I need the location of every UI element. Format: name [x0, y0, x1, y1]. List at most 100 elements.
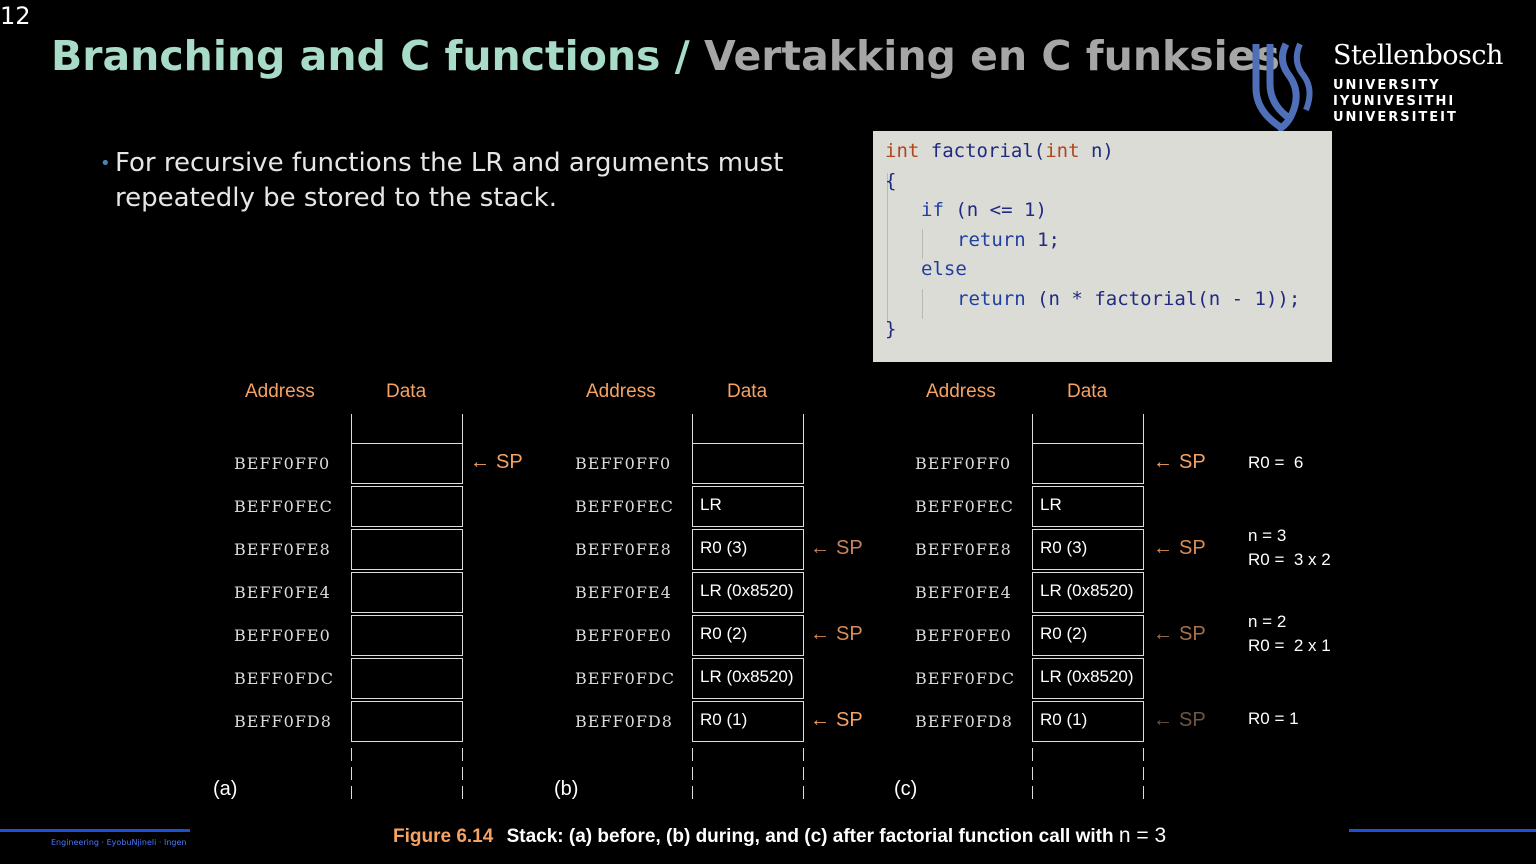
code-line: if (n <= 1) [921, 199, 1047, 221]
stack-cell: R0 (3) [692, 529, 804, 570]
stack-wall [1032, 414, 1033, 443]
stack-pointer-label: SP [1179, 537, 1206, 559]
stack-cell [351, 529, 463, 570]
stack-address: BEFF0FEC [915, 497, 1014, 516]
left-arrow-icon: ← [470, 451, 490, 473]
stack-wall [462, 414, 463, 443]
data-column-header: Data [1067, 381, 1108, 402]
stack-address: BEFF0FEC [575, 497, 674, 516]
left-arrow-icon: ← [1153, 623, 1173, 645]
code-line: int factorial(int n) [885, 140, 1114, 162]
stack-address: BEFF0FE4 [234, 583, 331, 602]
stack-address: BEFF0FEC [234, 497, 333, 516]
stack-cell: LR (0x8520) [1032, 658, 1144, 699]
figure-caption: Figure 6.14 Stack: (a) before, (b) durin… [393, 824, 1166, 848]
stack-continuation [1143, 767, 1144, 780]
stack-address: BEFF0FE8 [234, 540, 331, 559]
stack-continuation [351, 786, 352, 799]
stack-continuation [1143, 748, 1144, 761]
code-block: int factorial(int n) { if (n <= 1) retur… [873, 131, 1332, 362]
left-arrow-icon: ← [810, 709, 830, 731]
stack-continuation [1032, 748, 1033, 761]
stack-continuation [692, 748, 693, 761]
stack-cell: R0 (2) [1032, 615, 1144, 656]
stack-pointer-label: SP [836, 623, 863, 645]
stack-address: BEFF0FF0 [575, 454, 672, 473]
stack-continuation [351, 748, 352, 761]
indent-guide [922, 289, 923, 319]
left-arrow-icon: ← [810, 537, 830, 559]
logo-line-2: IYUNIVESITHI [1333, 94, 1456, 109]
left-arrow-icon: ← [1153, 709, 1173, 731]
stack-continuation [803, 786, 804, 799]
slide-number: 12 [0, 2, 31, 30]
code-line: else [921, 258, 967, 280]
code-line: return 1; [957, 229, 1060, 251]
stack-cell [351, 443, 463, 484]
logo-name: Stellenbosch [1333, 40, 1503, 71]
stack-cell: LR [1032, 486, 1144, 527]
stack-continuation [462, 748, 463, 761]
stack-pointer-label: SP [1179, 623, 1206, 645]
stack-cell: R0 (3) [1032, 529, 1144, 570]
stack-address: BEFF0FE4 [575, 583, 672, 602]
stack-wall [803, 414, 804, 443]
stack-address: BEFF0FDC [575, 669, 675, 688]
result-note: R0 = 6 [1248, 453, 1304, 472]
address-column-header: Address [586, 381, 656, 402]
footer-divider-right [1349, 829, 1536, 832]
stack-pointer: ← SP [810, 709, 863, 732]
stack-address: BEFF0FF0 [915, 454, 1012, 473]
left-arrow-icon: ← [1153, 537, 1173, 559]
stack-continuation [692, 767, 693, 780]
stack-pointer: ← SP [1153, 537, 1206, 560]
indent-guide [922, 229, 923, 259]
stack-wall [1143, 414, 1144, 443]
bullet-point: • For recursive functions the LR and arg… [100, 146, 800, 216]
stack-continuation [803, 767, 804, 780]
logo-line-1: UNIVERSITY [1333, 78, 1441, 93]
stack-continuation [351, 767, 352, 780]
address-column-header: Address [926, 381, 996, 402]
left-arrow-icon: ← [1153, 451, 1173, 473]
stack-continuation [462, 767, 463, 780]
indent-guide [887, 173, 888, 323]
stack-cell: R0 (1) [692, 701, 804, 742]
title-afrikaans: Vertakking en C funksies [703, 32, 1280, 80]
stack-pointer-label: SP [836, 709, 863, 731]
stack-cell: LR (0x8520) [692, 658, 804, 699]
stack-address: BEFF0FE4 [915, 583, 1012, 602]
stack-cell [692, 443, 804, 484]
bullet-text: For recursive functions the LR and argum… [115, 148, 784, 213]
title-english: Branching and C functions / [51, 32, 690, 80]
result-note: R0 = 1 [1248, 709, 1299, 728]
stack-address: BEFF0FD8 [915, 712, 1013, 731]
stack-pointer: ← SP [1153, 623, 1206, 646]
code-line: { [885, 170, 897, 192]
stack-continuation [1032, 786, 1033, 799]
stack-cell: LR (0x8520) [692, 572, 804, 613]
stack-cell: LR [692, 486, 804, 527]
code-line: } [885, 318, 897, 340]
figure-label: Figure 6.14 [393, 826, 494, 847]
stack-cell [351, 572, 463, 613]
stack-pointer: ← SP [470, 451, 523, 474]
data-column-header: Data [727, 381, 768, 402]
stack-pointer-label: SP [496, 451, 523, 473]
stack-address: BEFF0FE8 [915, 540, 1012, 559]
stack-pointer: ← SP [810, 623, 863, 646]
stack-cell: R0 (1) [1032, 701, 1144, 742]
result-note: n = 2 R0 = 2 x 1 [1248, 612, 1331, 655]
footer-text: Engineering · EyobuNjineli · Ingen [51, 838, 187, 847]
address-column-header: Address [245, 381, 315, 402]
logo-line-3: UNIVERSITEIT [1333, 110, 1458, 125]
stack-continuation [1032, 767, 1033, 780]
stack-pointer: ← SP [1153, 709, 1206, 732]
stack-wall [351, 414, 352, 443]
data-column-header: Data [386, 381, 427, 402]
stack-pointer: ← SP [1153, 451, 1206, 474]
stack-address: BEFF0FD8 [575, 712, 673, 731]
university-crest-icon [1252, 42, 1313, 132]
stack-address: BEFF0FDC [915, 669, 1015, 688]
code-line: return (n * factorial(n - 1)); [957, 288, 1301, 310]
